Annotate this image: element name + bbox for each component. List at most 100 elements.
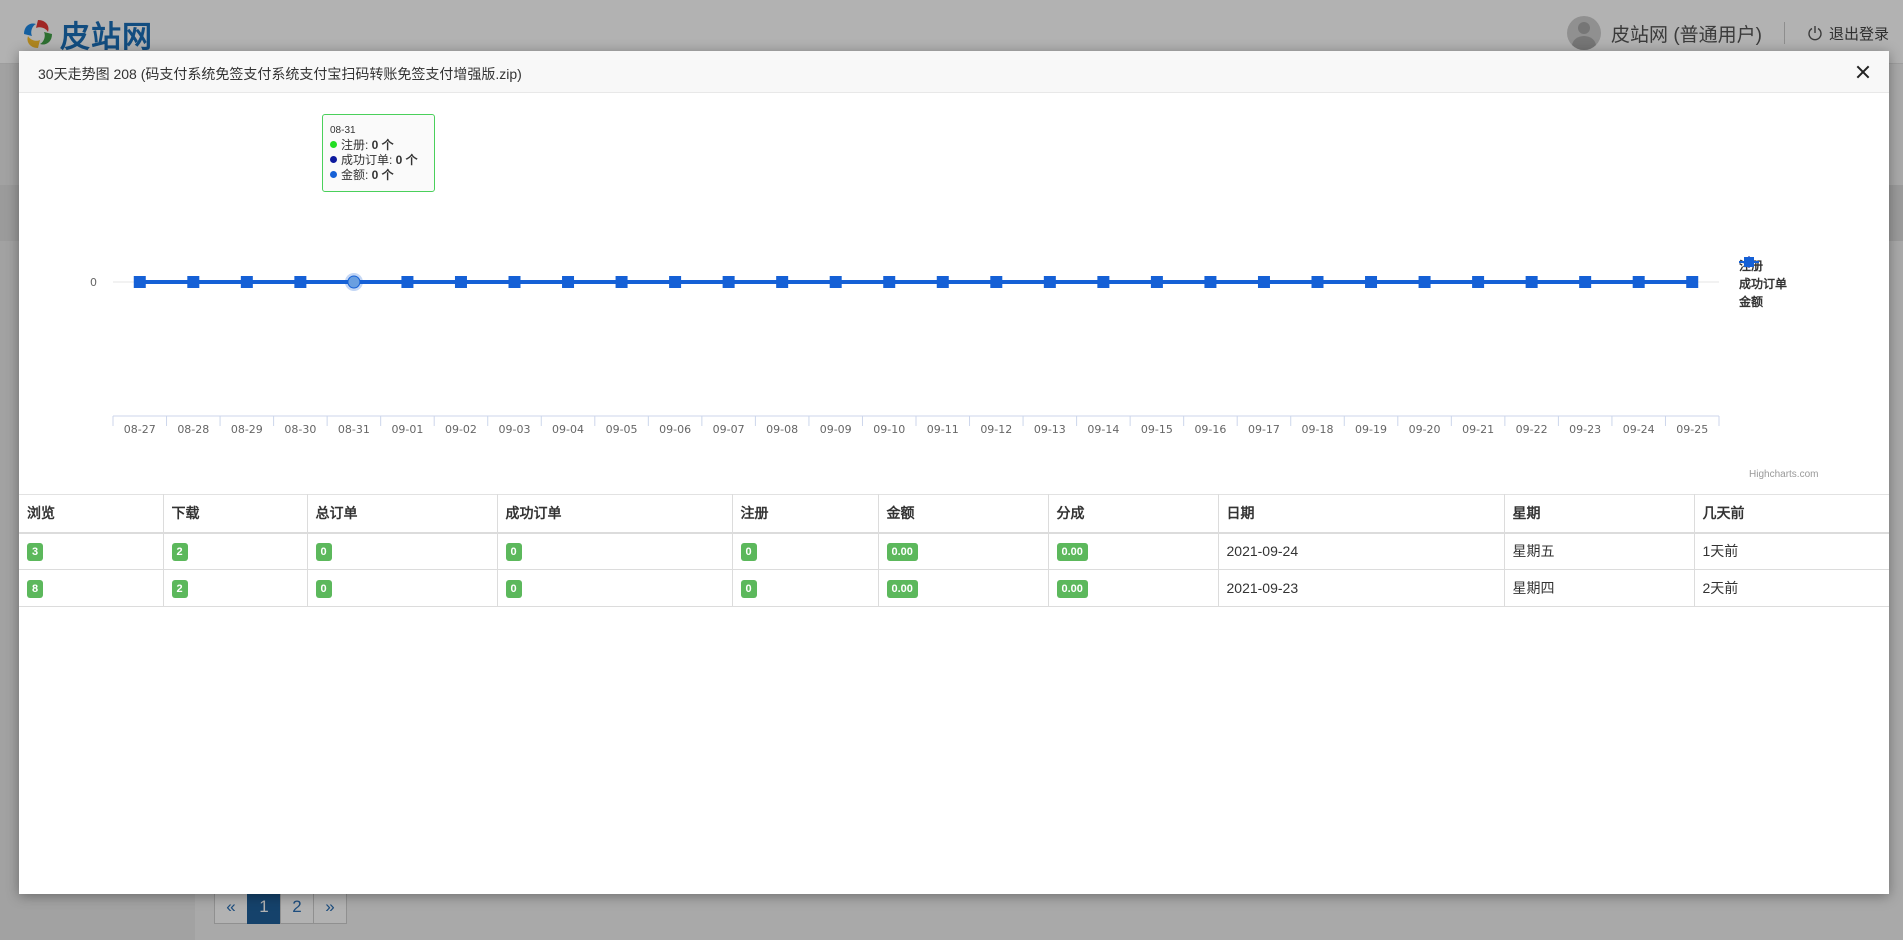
table-cell: 0 bbox=[497, 569, 733, 607]
table-cell: 0 bbox=[732, 532, 879, 570]
amount-point-hover bbox=[347, 275, 361, 289]
table-cell: 星期五 bbox=[1504, 532, 1695, 570]
legend-item-amount[interactable]: 金额 bbox=[1739, 257, 1787, 310]
x-tick-label: 09-15 bbox=[1141, 423, 1173, 436]
x-tick-label: 08-27 bbox=[124, 423, 156, 436]
table-row: 3 2 0 0 0 0.00 0.00 2021-09-24 星期五 1天前 bbox=[19, 532, 1889, 570]
amount-point bbox=[562, 276, 575, 288]
modal-title: 30天走势图 208 (码支付系统免签支付系统支付宝扫码转账免签支付增强版.zi… bbox=[38, 66, 522, 82]
table-cell: 2天前 bbox=[1694, 569, 1889, 607]
amount-point bbox=[1472, 276, 1485, 288]
amount-point bbox=[776, 276, 789, 288]
x-tick-label: 09-05 bbox=[606, 423, 638, 436]
x-tick-label: 09-24 bbox=[1623, 423, 1655, 436]
column-header: 浏览 bbox=[19, 494, 164, 534]
amount-point bbox=[133, 276, 146, 288]
x-tick-label: 08-29 bbox=[231, 423, 263, 436]
amount-point bbox=[669, 276, 682, 288]
x-tick-label: 09-10 bbox=[873, 423, 905, 436]
x-tick-label: 09-21 bbox=[1462, 423, 1494, 436]
value-badge: 0.00 bbox=[886, 579, 918, 598]
table-cell: 8 bbox=[19, 569, 164, 607]
square-marker-icon bbox=[1739, 257, 1759, 267]
value-badge: 0 bbox=[315, 579, 332, 598]
legend-label-amount: 金额 bbox=[1739, 294, 1764, 309]
x-tick-label: 08-31 bbox=[338, 423, 370, 436]
modal-header: 30天走势图 208 (码支付系统免签支付系统支付宝扫码转账免签支付增强版.zi… bbox=[19, 51, 1889, 93]
amount-dot-icon bbox=[330, 171, 337, 178]
amount-point bbox=[990, 276, 1003, 288]
amount-point bbox=[1257, 276, 1270, 288]
close-icon[interactable] bbox=[1851, 60, 1875, 84]
amount-point bbox=[615, 276, 628, 288]
x-tick-label: 09-20 bbox=[1409, 423, 1441, 436]
column-header: 成功订单 bbox=[497, 494, 733, 534]
x-tick-label: 09-08 bbox=[766, 423, 798, 436]
x-tick-label: 09-18 bbox=[1302, 423, 1334, 436]
amount-point bbox=[1632, 276, 1645, 288]
amount-point bbox=[936, 276, 949, 288]
table-cell: 1天前 bbox=[1694, 532, 1889, 570]
tooltip-row-orders: 成功订单: 0 个 bbox=[330, 153, 427, 168]
table-header-row: 浏览 下载 总订单 成功订单 注册 金额 分成 日期 星期 几天前 bbox=[19, 494, 1889, 534]
x-tick-label: 09-01 bbox=[391, 423, 423, 436]
amount-point bbox=[1418, 276, 1431, 288]
amount-point bbox=[1579, 276, 1592, 288]
x-tick-label: 09-02 bbox=[445, 423, 477, 436]
table-cell: 0 bbox=[732, 569, 879, 607]
chart-credits[interactable]: Highcharts.com bbox=[1749, 469, 1818, 480]
column-header: 分成 bbox=[1048, 494, 1219, 534]
column-header: 星期 bbox=[1504, 494, 1695, 534]
value-badge: 8 bbox=[27, 579, 44, 598]
table-cell: 星期四 bbox=[1504, 569, 1695, 607]
value-badge: 0 bbox=[505, 579, 522, 598]
x-tick-label: 09-03 bbox=[499, 423, 531, 436]
value-badge: 2 bbox=[171, 542, 188, 561]
x-tick-label: 09-19 bbox=[1355, 423, 1387, 436]
value-badge: 0 bbox=[740, 542, 757, 561]
x-tick-label: 09-13 bbox=[1034, 423, 1066, 436]
chart-tooltip: 08-31 注册: 0 个 成功订单: 0 个 金额: 0 个 bbox=[322, 114, 435, 192]
amount-point bbox=[401, 276, 414, 288]
x-tick-label: 09-06 bbox=[659, 423, 691, 436]
amount-point bbox=[883, 276, 896, 288]
column-header: 总订单 bbox=[307, 494, 498, 534]
table-cell: 2 bbox=[163, 532, 308, 570]
table-body: 3 2 0 0 0 0.00 0.00 2021-09-24 星期五 1天前 8 2 0 0 0 0.00 0.… bbox=[19, 532, 1889, 607]
table-row: 8 2 0 0 0 0.00 0.00 2021-09-23 星期四 2天前 bbox=[19, 569, 1889, 607]
x-tick-label: 09-23 bbox=[1569, 423, 1601, 436]
legend-item-orders[interactable]: 成功订单 bbox=[1739, 256, 1788, 292]
table-cell: 3 bbox=[19, 532, 164, 570]
amount-point bbox=[1311, 276, 1324, 288]
legend-label-orders: 成功订单 bbox=[1739, 276, 1788, 291]
table-cell: 0.00 bbox=[1048, 569, 1219, 607]
x-tick-label: 08-30 bbox=[284, 423, 316, 436]
table-cell: 2021-09-24 bbox=[1218, 532, 1505, 570]
table-cell: 0 bbox=[497, 532, 733, 570]
column-header: 日期 bbox=[1218, 494, 1505, 534]
x-tick-label: 09-11 bbox=[927, 423, 959, 436]
tooltip-date: 08-31 bbox=[330, 125, 356, 136]
trend-modal: 30天走势图 208 (码支付系统免签支付系统支付宝扫码转账免签支付增强版.zi… bbox=[19, 51, 1889, 894]
value-badge: 0.00 bbox=[1056, 579, 1088, 598]
y-tick-label: 0 bbox=[90, 276, 97, 289]
amount-point bbox=[454, 276, 467, 288]
amount-point bbox=[1043, 276, 1056, 288]
x-tick-label: 09-07 bbox=[713, 423, 745, 436]
column-header: 金额 bbox=[878, 494, 1049, 534]
table-cell: 0.00 bbox=[1048, 532, 1219, 570]
value-badge: 2 bbox=[171, 579, 188, 598]
chart-legend: 注册 成功订单 金额 bbox=[1739, 256, 1787, 310]
chart-svg: 0 08-27 08-28 08-29 08-30 08-31 09-01 09-02 09-0… bbox=[90, 273, 1720, 436]
value-badge: 3 bbox=[27, 542, 44, 561]
column-header: 几天前 bbox=[1694, 494, 1889, 534]
amount-point bbox=[1150, 276, 1163, 288]
amount-point bbox=[508, 276, 521, 288]
amount-point bbox=[294, 276, 307, 288]
amount-point bbox=[1097, 276, 1110, 288]
amount-point bbox=[187, 276, 200, 288]
value-badge: 0 bbox=[740, 579, 757, 598]
column-header: 注册 bbox=[732, 494, 879, 534]
x-tick-label: 09-12 bbox=[980, 423, 1012, 436]
table-cell: 0.00 bbox=[878, 569, 1049, 607]
